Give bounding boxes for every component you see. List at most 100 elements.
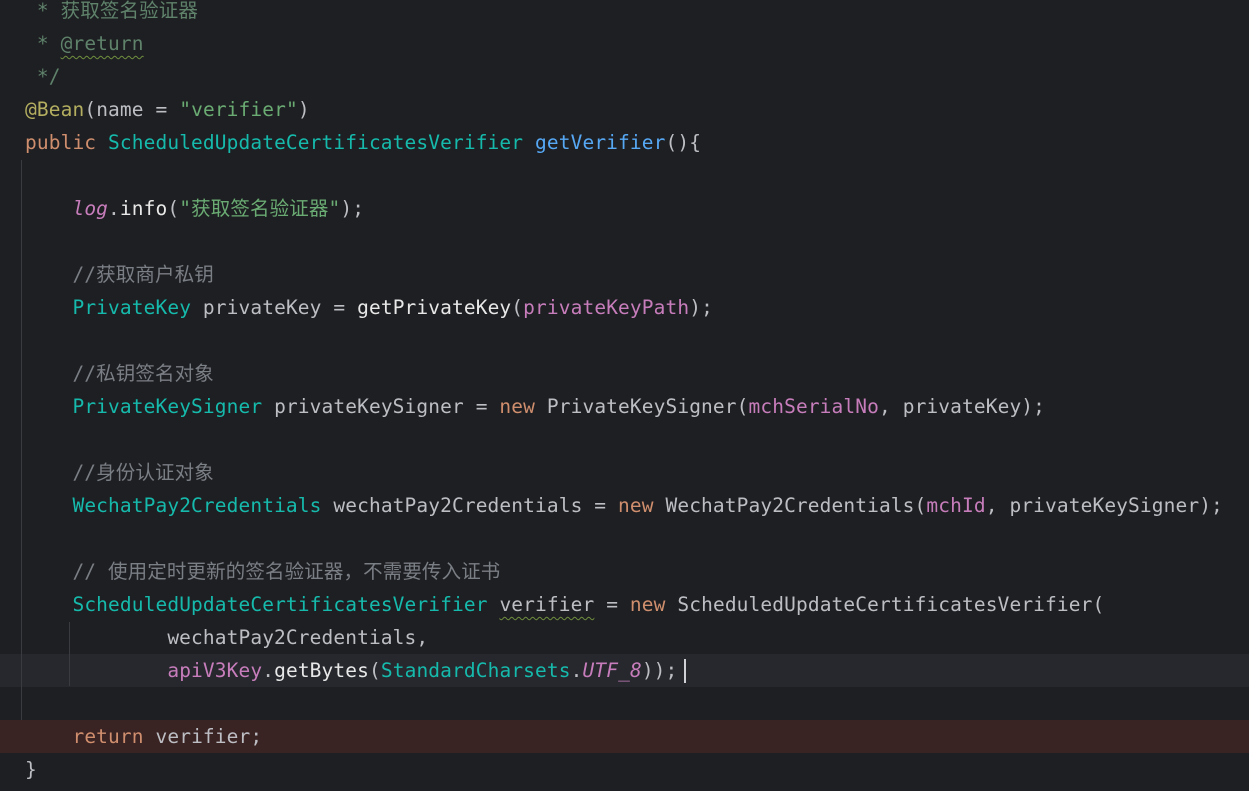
code-token: UTF_8 <box>582 659 642 682</box>
code-line[interactable]: PrivateKey privateKey = getPrivateKey(pr… <box>0 291 1249 324</box>
code-line[interactable] <box>0 159 1249 192</box>
code-token: . <box>108 197 120 220</box>
code-line[interactable] <box>0 522 1249 555</box>
code-line-text: ScheduledUpdateCertificatesVerifier veri… <box>25 588 1104 621</box>
code-token: ScheduledUpdateCertificatesVerifier <box>108 131 524 154</box>
code-line[interactable]: ScheduledUpdateCertificatesVerifier veri… <box>0 588 1249 621</box>
code-token: ( <box>84 98 97 121</box>
code-line-text: //获取商户私钥 <box>25 258 214 291</box>
code-editor[interactable]: * 获取签名验证器 * @return */ @Bean(name = "veri… <box>0 0 1249 791</box>
code-line[interactable]: // 使用定时更新的签名验证器，不需要传入证书 <box>0 555 1249 588</box>
code-line-text: //私钥签名对象 <box>25 357 214 390</box>
code-token: info <box>119 197 168 220</box>
code-token: @return <box>60 32 144 55</box>
code-token: wechatPay2Credentials = <box>321 494 619 517</box>
code-token: 私钥签名对象 <box>96 362 214 385</box>
code-token: " <box>328 197 341 220</box>
code-token: new <box>499 395 547 418</box>
code-token: getPrivateKey <box>357 296 512 319</box>
code-line[interactable]: apiV3Key.getBytes(StandardCharsets.UTF_8… <box>0 654 1249 687</box>
code-line-text: wechatPay2Credentials, <box>25 621 428 654</box>
code-token: . <box>570 659 583 682</box>
code-line-text: */ <box>25 60 61 93</box>
code-line[interactable]: public ScheduledUpdateCertificatesVerifi… <box>0 126 1249 159</box>
code-token: ); <box>689 296 713 319</box>
code-token: 获取签名验证器 <box>191 197 329 220</box>
code-token: . <box>262 659 275 682</box>
code-token: (){ <box>665 131 702 154</box>
code-token: )); <box>641 659 678 682</box>
code-line[interactable]: @Bean(name = "verifier") <box>0 93 1249 126</box>
code-token: 身份认证对象 <box>96 461 214 484</box>
code-line-text: PrivateKeySigner privateKeySigner = new … <box>25 390 1045 423</box>
indent-guide <box>69 622 70 686</box>
code-token: 获取签名验证器 <box>60 0 198 22</box>
code-line[interactable]: return verifier; <box>0 720 1249 753</box>
code-line-text: } <box>25 753 37 786</box>
code-token: @Bean <box>25 98 85 121</box>
code-token: * <box>25 0 61 22</box>
code-line[interactable]: } <box>0 753 1249 786</box>
code-line-text: * 获取签名验证器 <box>25 0 198 27</box>
code-line-text: PrivateKey privateKey = getPrivateKey(pr… <box>25 291 713 324</box>
code-line[interactable]: //私钥签名对象 <box>0 357 1249 390</box>
code-line[interactable]: PrivateKeySigner privateKeySigner = new … <box>0 390 1249 423</box>
code-line-text: // 使用定时更新的签名验证器，不需要传入证书 <box>25 555 500 588</box>
code-token: // <box>25 362 97 385</box>
code-token: 使用定时更新的签名验证器，不需要传入证书 <box>108 560 501 583</box>
code-line[interactable]: //身份认证对象 <box>0 456 1249 489</box>
code-token: WechatPay2Credentials <box>72 494 322 517</box>
code-token: * <box>25 32 61 55</box>
code-line[interactable] <box>0 324 1249 357</box>
code-token: PrivateKey <box>72 296 192 319</box>
code-token: public <box>25 131 109 154</box>
code-token: privateKeySigner = <box>262 395 500 418</box>
code-line[interactable]: * 获取签名验证器 <box>0 0 1249 27</box>
code-token: */ <box>25 65 61 88</box>
code-token: ); <box>340 197 365 220</box>
code-token: } <box>25 758 37 781</box>
code-token: WechatPay2Credentials <box>665 494 915 517</box>
code-line-text: apiV3Key.getBytes(StandardCharsets.UTF_8… <box>25 654 677 687</box>
code-token: ScheduledUpdateCertificatesVerifier <box>677 593 1093 616</box>
code-token: ( <box>511 296 524 319</box>
code-token: ) <box>297 98 310 121</box>
code-line[interactable]: log.info("获取签名验证器"); <box>0 192 1249 225</box>
code-line[interactable] <box>0 225 1249 258</box>
code-line[interactable]: * @return <box>0 27 1249 60</box>
code-token: wechatPay2Credentials, <box>25 626 429 649</box>
code-token: ( <box>368 659 381 682</box>
code-line-text: * @return <box>25 27 144 60</box>
code-token: // <box>25 263 97 286</box>
code-token: "verifier" <box>179 98 298 121</box>
code-line-text: public ScheduledUpdateCertificatesVerifi… <box>25 126 701 159</box>
code-token: log <box>72 197 109 220</box>
code-line-text: log.info("获取签名验证器"); <box>25 192 364 225</box>
code-line-text: return verifier; <box>25 720 262 753</box>
code-line[interactable]: */ <box>0 60 1249 93</box>
code-line-text: WechatPay2Credentials wechatPay2Credenti… <box>25 489 1223 522</box>
code-line[interactable]: wechatPay2Credentials, <box>0 621 1249 654</box>
code-token: , privateKeySigner); <box>985 494 1223 517</box>
code-token: PrivateKeySigner <box>72 395 263 418</box>
code-token: // <box>25 560 109 583</box>
code-line[interactable] <box>0 423 1249 456</box>
code-line[interactable]: //获取商户私钥 <box>0 258 1249 291</box>
code-token: new <box>629 593 678 616</box>
code-line-text: //身份认证对象 <box>25 456 214 489</box>
code-token: 获取商户私钥 <box>96 263 214 286</box>
code-token: ( <box>736 395 749 418</box>
code-line[interactable] <box>0 687 1249 720</box>
code-token: " <box>179 197 192 220</box>
code-token: getBytes <box>274 659 369 682</box>
code-token: mchId <box>926 494 986 517</box>
code-token: verifier <box>499 593 595 616</box>
code-line[interactable]: WechatPay2Credentials wechatPay2Credenti… <box>0 489 1249 522</box>
